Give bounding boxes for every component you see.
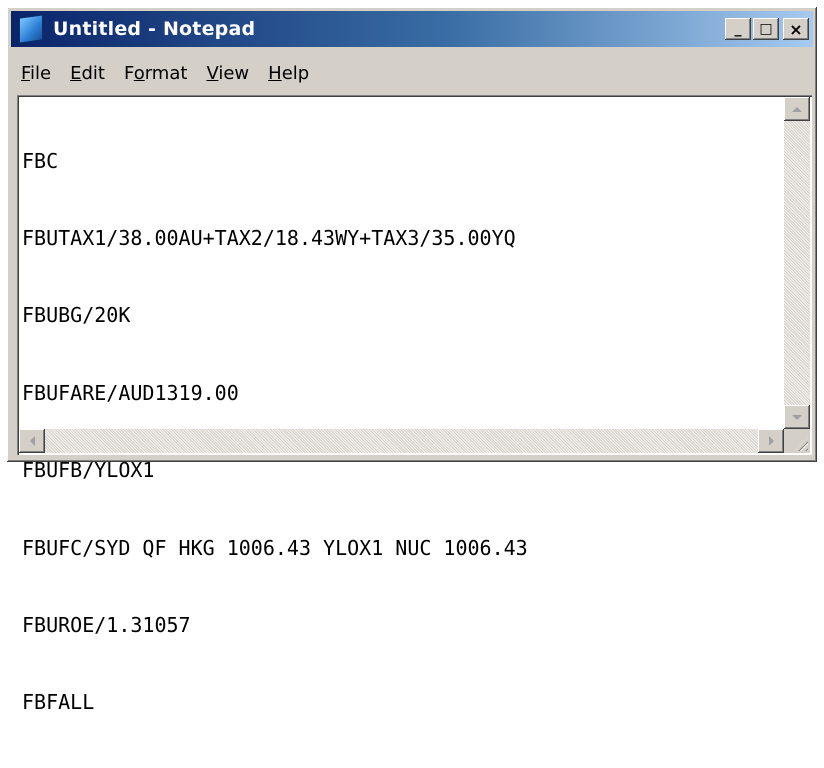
notepad-window: Untitled - Notepad _ □ × File Edit Forma…: [7, 7, 817, 715]
maximize-icon: □: [759, 21, 773, 37]
arrow-right-icon: [768, 436, 774, 446]
window-title: Untitled - Notepad: [53, 18, 256, 40]
arrow-down-icon: [792, 414, 802, 420]
text-line: FBUFARE/AUD1319.00: [22, 380, 239, 405]
close-icon: ×: [789, 19, 803, 39]
menu-format[interactable]: Format: [114, 63, 196, 84]
arrow-up-icon: [792, 106, 802, 112]
text-line: FBC: [22, 148, 59, 173]
scroll-up-button[interactable]: [784, 97, 810, 121]
menu-view[interactable]: View: [196, 63, 258, 84]
text-line: FBFALL: [22, 690, 95, 715]
text-line: FBUROE/1.31057: [22, 612, 191, 637]
menu-help[interactable]: Help: [258, 63, 318, 84]
menu-bar: File Edit Format View Help: [11, 51, 813, 95]
text-editor[interactable]: FBC FBUTAX1/38.00AU+TAX2/18.43WY+TAX3/35…: [17, 95, 812, 715]
menu-edit[interactable]: Edit: [60, 63, 114, 84]
title-bar[interactable]: Untitled - Notepad _ □ ×: [11, 11, 813, 47]
editor-text[interactable]: FBC FBUTAX1/38.00AU+TAX2/18.43WY+TAX3/35…: [22, 97, 782, 715]
window-controls: _ □ ×: [725, 18, 809, 40]
minimize-icon: _: [734, 21, 742, 37]
scroll-down-button[interactable]: [784, 405, 810, 429]
text-line: FBUFC/SYD QF HKG 1006.43 YLOX1 NUC 1006.…: [22, 535, 528, 560]
minimize-button[interactable]: _: [725, 18, 751, 40]
notepad-icon[interactable]: [19, 14, 43, 44]
scroll-left-button[interactable]: [19, 429, 45, 453]
text-line: FBUFB/YLOX1: [22, 458, 155, 483]
close-button[interactable]: ×: [783, 18, 809, 40]
vertical-scrollbar[interactable]: [784, 97, 810, 429]
scroll-right-button[interactable]: [758, 429, 784, 453]
maximize-button[interactable]: □: [753, 18, 779, 40]
text-line: FBUBG/20K: [22, 303, 131, 328]
text-line: FBUTAX1/38.00AU+TAX2/18.43WY+TAX3/35.00Y…: [22, 225, 516, 250]
arrow-left-icon: [29, 436, 35, 446]
resize-grip-icon[interactable]: [784, 429, 810, 453]
menu-file[interactable]: File: [11, 63, 60, 84]
horizontal-scrollbar[interactable]: [19, 429, 784, 453]
